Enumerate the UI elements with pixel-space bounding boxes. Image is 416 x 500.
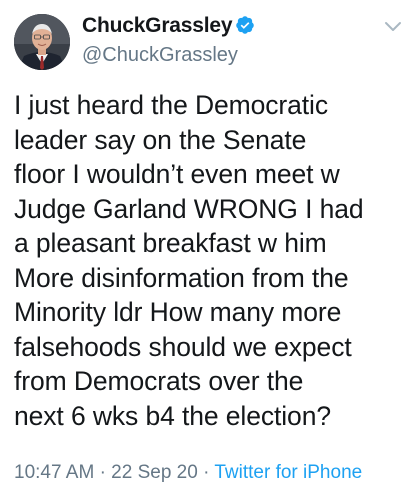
tweet-date[interactable]: 22 Sep 20 <box>111 462 198 483</box>
tweet-source-link[interactable]: Twitter for iPhone <box>214 462 362 483</box>
tweet-meta: 10:47 AM · 22 Sep 20 · Twitter for iPhon… <box>14 462 362 484</box>
meta-separator-2: · <box>203 462 210 483</box>
author-name-text: ChuckGrassley <box>82 14 233 37</box>
author-handle[interactable]: @ChuckGrassley <box>82 44 238 67</box>
tweet-text: I just heard the Democratic leader say o… <box>14 90 364 431</box>
chevron-down-icon[interactable] <box>384 20 402 34</box>
author-avatar[interactable] <box>14 14 70 70</box>
tweet-time[interactable]: 10:47 AM <box>14 462 94 483</box>
author-display-name[interactable]: ChuckGrassley <box>82 14 255 41</box>
verified-badge-icon <box>235 15 255 41</box>
tweet: ChuckGrassley @ChuckGrassley I just hear… <box>0 0 416 500</box>
meta-separator: · <box>99 462 106 483</box>
